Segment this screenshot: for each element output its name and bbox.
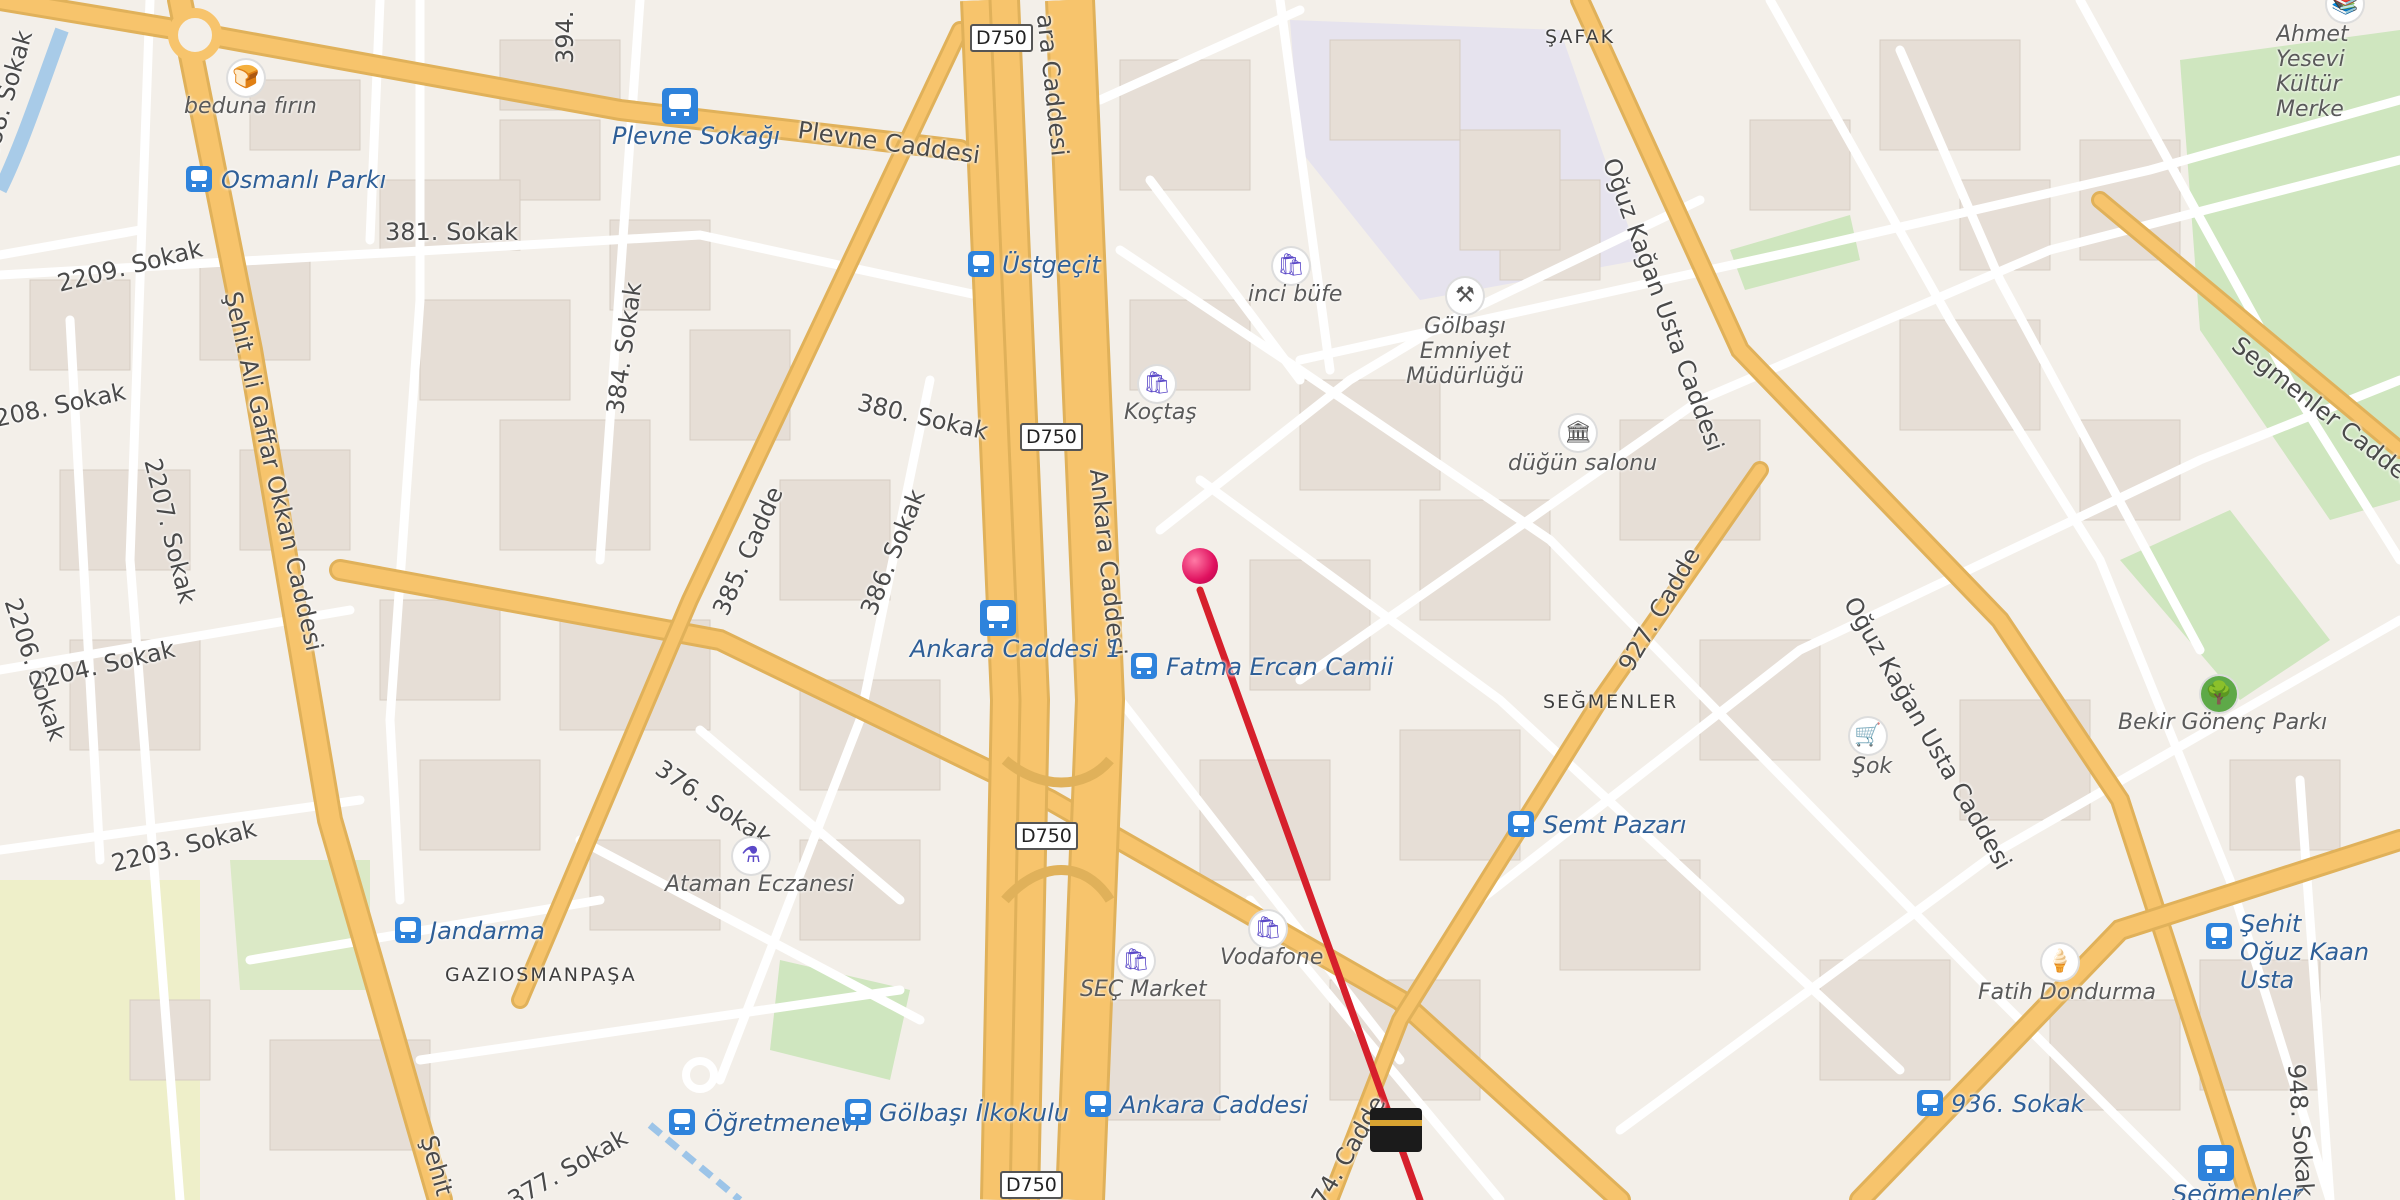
bus-stop-label[interactable]: Jandarma xyxy=(430,917,545,945)
poi-label[interactable]: düğün salonu xyxy=(1508,451,1657,476)
bus-stop-icon[interactable] xyxy=(2206,923,2232,949)
bakery-icon[interactable]: 🍞 xyxy=(228,60,264,96)
bus-stop-label[interactable]: Fatma Ercan Camii xyxy=(1166,653,1394,681)
shopping-bag-icon[interactable]: 🛍 xyxy=(1118,943,1154,979)
district-label: ŞAFAK xyxy=(1545,26,1616,48)
police-icon[interactable]: ⚒ xyxy=(1447,278,1483,314)
poi-label[interactable]: Fatih Dondurma xyxy=(1978,980,2156,1005)
hall-icon[interactable]: 🏛 xyxy=(1560,415,1596,451)
poi-label[interactable]: Ataman Eczanesi xyxy=(665,872,854,897)
roundabout xyxy=(168,8,222,62)
shopping-bag-icon[interactable]: 🛍 xyxy=(1250,911,1286,947)
bus-stop-icon[interactable] xyxy=(1085,1091,1111,1117)
location-pin-icon[interactable] xyxy=(1182,548,1218,584)
bus-stop-icon[interactable] xyxy=(1131,653,1157,679)
qibla-kaaba-icon[interactable] xyxy=(1370,1108,1422,1152)
bus-stop-label[interactable]: Osmanlı Parkı xyxy=(221,166,386,194)
bus-stop-label[interactable]: Semt Pazarı xyxy=(1543,811,1686,839)
bus-stop-icon[interactable] xyxy=(669,1109,695,1135)
bus-stop-icon[interactable] xyxy=(186,166,212,192)
bus-stop-label[interactable]: Ankara Caddesi 1 xyxy=(910,635,1121,663)
highway-shield: D750 xyxy=(1000,1171,1063,1199)
bus-stop-label[interactable]: Üstgeçit xyxy=(1002,251,1101,279)
roundabout xyxy=(682,1057,718,1093)
poi-label[interactable]: Ahmet Yesevi Kültür Merke xyxy=(2276,22,2400,122)
bus-stop-label[interactable]: Seğmenler xyxy=(2172,1180,2302,1200)
cart-icon[interactable]: 🛒 xyxy=(1850,718,1886,754)
poi-label[interactable]: Bekir Gönenç Parkı xyxy=(2118,710,2327,735)
bus-stop-label[interactable]: Gölbaşı İlkokulu xyxy=(879,1099,1069,1127)
district-label: SEĞMENLER xyxy=(1543,691,1679,713)
poi-label[interactable]: Şok xyxy=(1852,754,1892,779)
bus-stop-icon[interactable] xyxy=(1917,1090,1943,1116)
street-label: 381. Sokak xyxy=(385,218,519,246)
bus-stop-label[interactable]: Öğretmenevi xyxy=(704,1109,861,1137)
street-label: 394. xyxy=(551,10,579,64)
bus-stop-icon[interactable] xyxy=(968,251,994,277)
map-view[interactable]: D750 D750 D750 D750 ara Caddesi Ankara C… xyxy=(0,0,2400,1200)
poi-label[interactable]: Gölbaşı Emniyet Müdürlüğü xyxy=(1385,314,1545,389)
shopping-bag-icon[interactable]: 🛍 xyxy=(1139,366,1175,402)
bus-stop-icon[interactable] xyxy=(395,917,421,943)
bus-stop-label[interactable]: Plevne Sokağı xyxy=(612,122,780,150)
ice-cream-icon[interactable]: 🍦 xyxy=(2042,944,2078,980)
highway-shield: D750 xyxy=(1020,423,1083,451)
poi-label[interactable]: inci büfe xyxy=(1248,282,1342,307)
poi-label[interactable]: Koçtaş xyxy=(1124,400,1197,425)
bus-stop-label[interactable]: Şehit Oğuz Kaan Usta xyxy=(2240,910,2370,994)
bus-stop-icon[interactable] xyxy=(662,88,698,124)
bus-stop-label[interactable]: 936. Sokak xyxy=(1951,1090,2085,1118)
district-label: GAZIOSMANPAŞA xyxy=(445,964,637,986)
bus-stop-label[interactable]: Ankara Caddesi xyxy=(1120,1091,1308,1119)
highway-shield: D750 xyxy=(970,24,1033,52)
highway-shield: D750 xyxy=(1015,822,1078,850)
bus-stop-icon[interactable] xyxy=(2198,1145,2234,1181)
pharmacy-icon[interactable]: ⚗ xyxy=(733,838,769,874)
poi-label[interactable]: beduna fırın xyxy=(184,94,317,119)
bus-stop-icon[interactable] xyxy=(1508,811,1534,837)
bus-stop-icon[interactable] xyxy=(980,600,1016,636)
poi-label[interactable]: Vodafone xyxy=(1220,945,1323,970)
poi-label[interactable]: SEÇ Market xyxy=(1080,977,1207,1002)
shopping-bag-icon[interactable]: 🛍 xyxy=(1273,248,1309,284)
bus-stop-icon[interactable] xyxy=(845,1099,871,1125)
tree-icon[interactable]: 🌳 xyxy=(2201,676,2237,712)
